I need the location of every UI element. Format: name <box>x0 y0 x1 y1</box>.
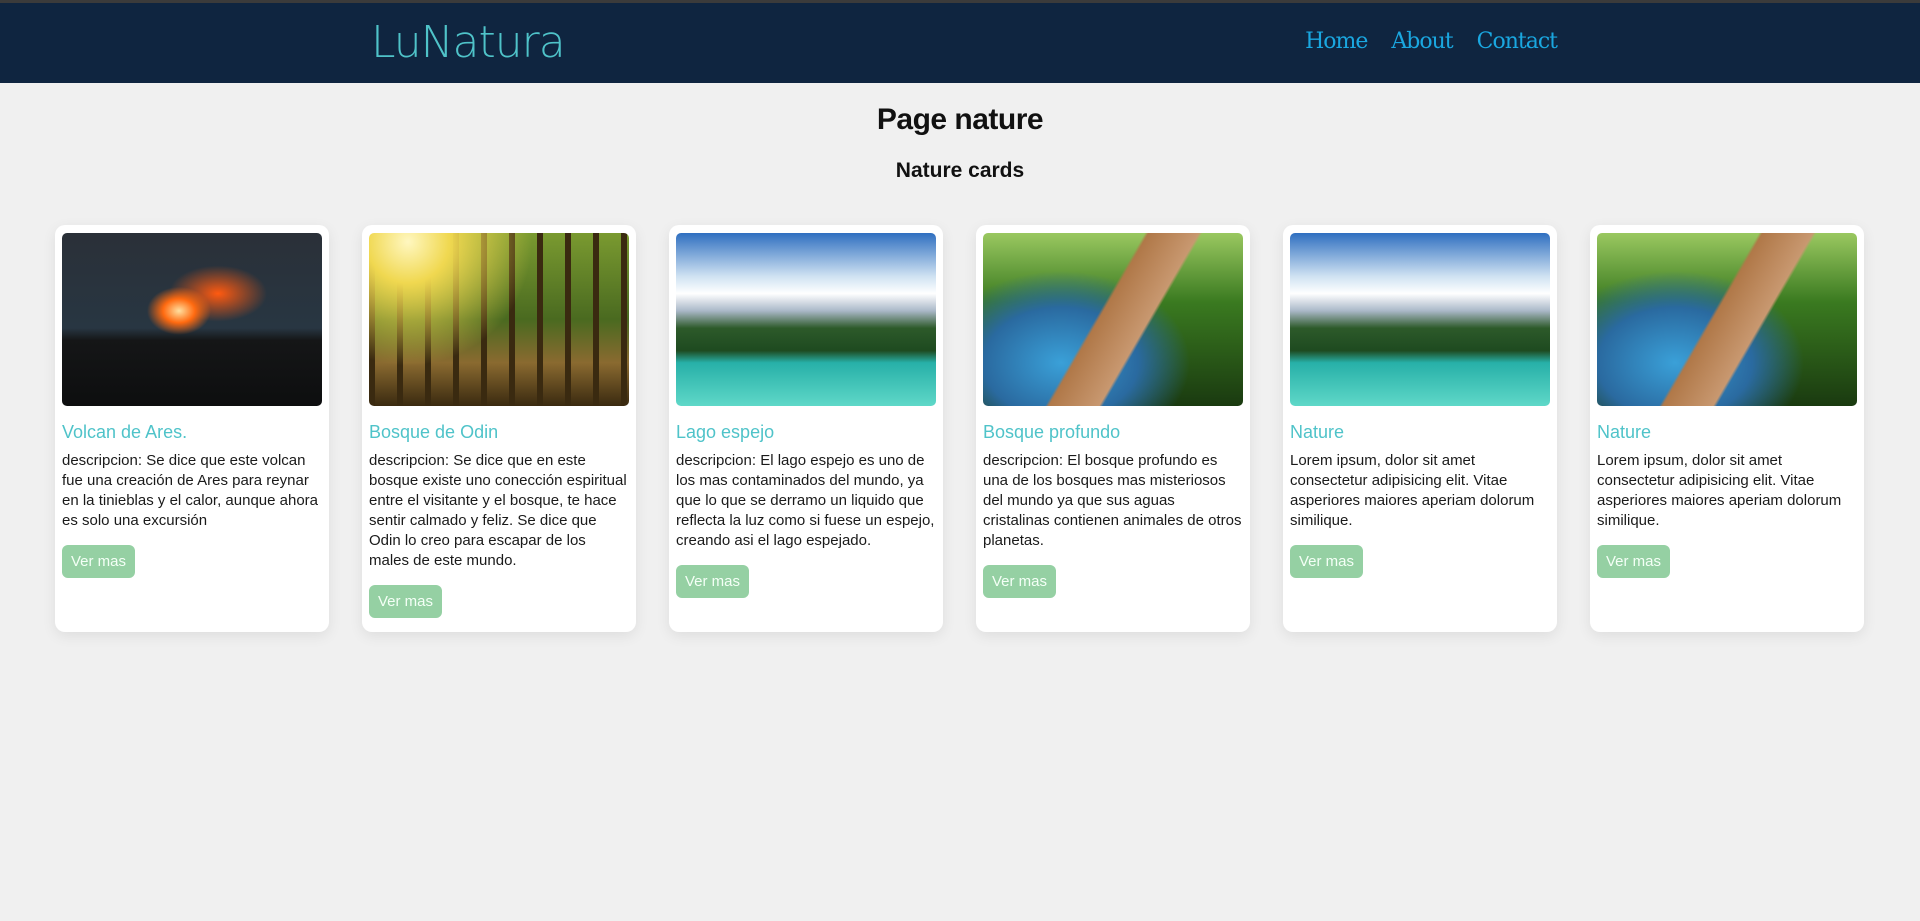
nature-card: Volcan de Ares. descripcion: Se dice que… <box>55 225 329 632</box>
card-title: Bosque de Odin <box>369 422 499 442</box>
ver-mas-button[interactable]: Ver mas <box>676 565 750 598</box>
site-header: LuNatura Home About Contact <box>0 3 1920 83</box>
card-image <box>1290 233 1550 406</box>
card-image <box>1597 233 1857 406</box>
site-logo[interactable]: LuNatura <box>371 17 566 68</box>
section-title: Nature cards <box>895 159 1025 182</box>
card-description: descripcion: El bosque profundo es una d… <box>983 452 1242 549</box>
nav-about[interactable]: About <box>1391 29 1453 54</box>
card-title: Nature <box>1597 422 1652 442</box>
card-title: Nature <box>1290 422 1345 442</box>
nature-card: Lago espejo descripcion: El lago espejo … <box>669 225 943 632</box>
nav-contact[interactable]: Contact <box>1477 29 1558 54</box>
nature-card: Nature Lorem ipsum, dolor sit amet conse… <box>1283 225 1557 632</box>
ver-mas-button[interactable]: Ver mas <box>62 545 136 578</box>
nav-home[interactable]: Home <box>1305 29 1368 54</box>
card-description: descripcion: El lago espejo es uno de lo… <box>676 452 935 549</box>
main-nav: Home About Contact <box>1305 29 1558 54</box>
card-image <box>983 233 1243 406</box>
nature-card: Bosque profundo descripcion: El bosque p… <box>976 225 1250 632</box>
ver-mas-button[interactable]: Ver mas <box>983 565 1057 598</box>
page-title: Page nature <box>876 103 1044 136</box>
card-title: Lago espejo <box>676 422 775 442</box>
card-list: Volcan de Ares. descripcion: Se dice que… <box>55 225 1864 632</box>
card-description: descripcion: Se dice que en este bosque … <box>369 452 627 569</box>
card-description: Lorem ipsum, dolor sit amet consectetur … <box>1597 452 1842 529</box>
ver-mas-button[interactable]: Ver mas <box>1597 545 1671 578</box>
card-description: descripcion: Se dice que este volcan fue… <box>62 452 319 529</box>
card-image <box>676 233 936 406</box>
card-description: Lorem ipsum, dolor sit amet consectetur … <box>1290 452 1535 529</box>
nature-card: Nature Lorem ipsum, dolor sit amet conse… <box>1590 225 1864 632</box>
nature-card: Bosque de Odin descripcion: Se dice que … <box>362 225 636 632</box>
card-image <box>62 233 322 406</box>
card-image <box>369 233 629 406</box>
card-title: Volcan de Ares. <box>62 422 188 442</box>
card-title: Bosque profundo <box>983 422 1121 442</box>
ver-mas-button[interactable]: Ver mas <box>369 585 443 618</box>
ver-mas-button[interactable]: Ver mas <box>1290 545 1364 578</box>
